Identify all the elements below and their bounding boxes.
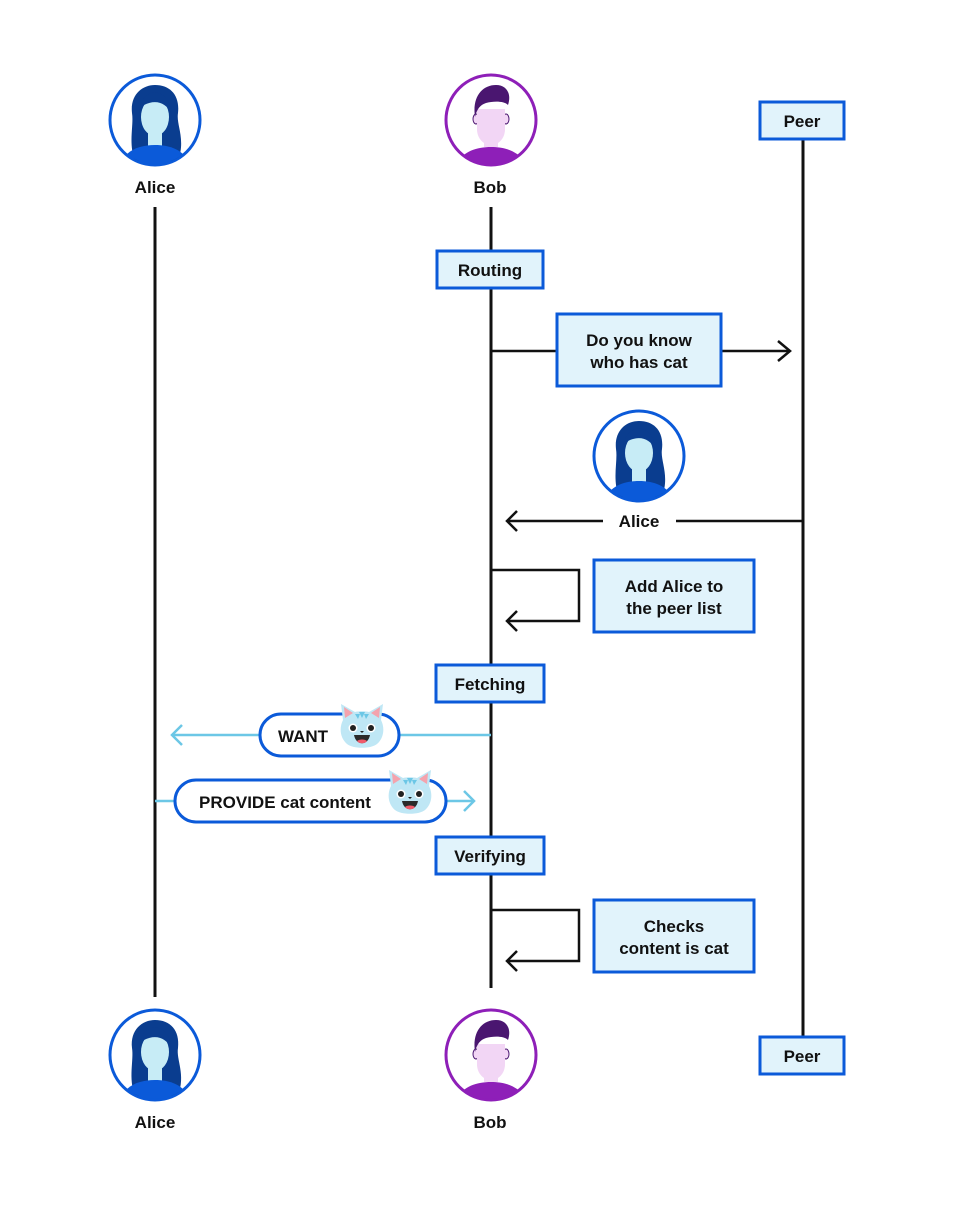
alice-label-bottom: Alice: [135, 1113, 176, 1132]
alice-avatar-reply: [594, 411, 684, 509]
peer-label-top: Peer: [784, 112, 821, 131]
add-text-2: the peer list: [626, 599, 722, 618]
cat-icon: [340, 704, 384, 748]
provide-label: PROVIDE cat content: [199, 793, 371, 812]
peer-label-bottom: Peer: [784, 1047, 821, 1066]
phase-fetching: Fetching: [434, 663, 546, 704]
bob-label-bottom: Bob: [473, 1113, 506, 1132]
reply-message: Alice: [505, 411, 803, 532]
provide-message: PROVIDE cat content: [155, 770, 476, 824]
phase-verifying-label: Verifying: [454, 847, 526, 866]
query-text-2: who has cat: [589, 353, 688, 372]
bob-label-top: Bob: [473, 178, 506, 197]
check-text-2: content is cat: [619, 939, 729, 958]
bob-avatar-top: [446, 75, 536, 173]
reply-label: Alice: [619, 512, 660, 531]
add-text-1: Add Alice to: [625, 577, 724, 596]
phase-verifying: Verifying: [434, 835, 546, 876]
alice-label-top: Alice: [135, 178, 176, 197]
phase-fetching-label: Fetching: [455, 675, 526, 694]
peer-box-bottom: Peer: [758, 1035, 846, 1076]
alice-avatar-bottom: [110, 1010, 200, 1108]
phase-routing-label: Routing: [458, 261, 522, 280]
phase-routing: Routing: [435, 249, 545, 290]
query-message: Do you know who has cat: [491, 312, 792, 388]
want-label: WANT: [278, 727, 329, 746]
want-message: WANT: [170, 704, 491, 758]
query-text-1: Do you know: [586, 331, 693, 350]
bob-avatar-bottom: [446, 1010, 536, 1108]
check-text-1: Checks: [644, 917, 704, 936]
sequence-diagram: Alice Bob Peer Routing Do you know who h…: [0, 0, 846, 1132]
alice-avatar-top: [110, 75, 200, 173]
self-message-verify: Checks content is cat: [491, 898, 756, 974]
cat-icon: [388, 770, 432, 814]
peer-box-top: Peer: [758, 100, 846, 141]
self-message-add-peer: Add Alice to the peer list: [491, 558, 756, 634]
